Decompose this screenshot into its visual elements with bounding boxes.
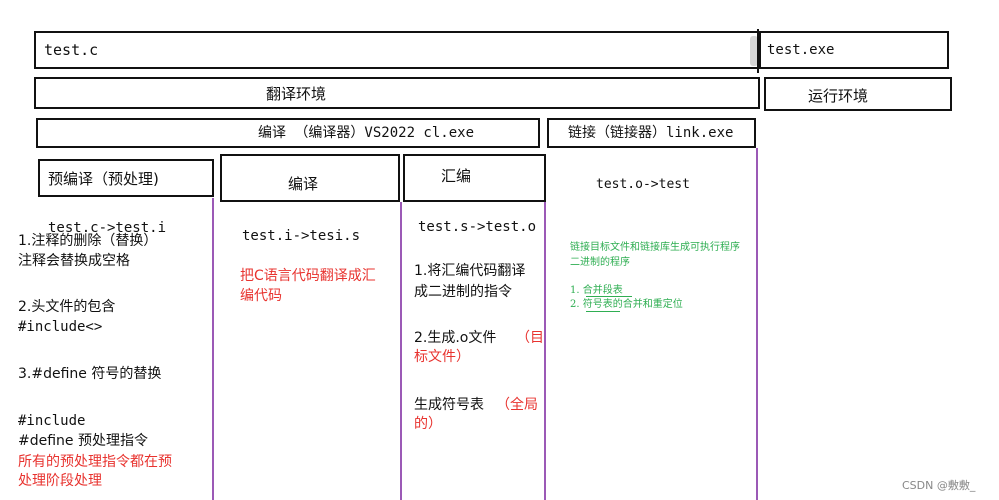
preprocess-title-box: 预编译（预处理) [38, 159, 214, 197]
assemble-note: 标文件） [414, 349, 470, 365]
compile-phase-box: 编译 （编译器）VS2022 cl.exe [36, 118, 540, 148]
link-item-underline [586, 311, 620, 312]
link-item-underline [586, 296, 632, 297]
assemble-line: 2.生成.o文件 [414, 330, 497, 346]
assemble-flow: test.s->test.o [418, 219, 537, 235]
link-list-item: 2. 符号表的合并和重定位 [570, 299, 683, 310]
preprocess-note: 处理阶段处理 [18, 473, 102, 489]
column-divider [756, 148, 758, 500]
compile-title-box: 编译 [220, 154, 400, 202]
preprocess-line: 2.头文件的包含 [18, 299, 116, 315]
preprocess-line: 3.#define 符号的替换 [18, 366, 162, 382]
assemble-title-box: 汇编 [403, 154, 546, 202]
run-env-label: 运行环境 [808, 87, 869, 105]
executable-box: test.exe [759, 31, 949, 69]
run-env-box: 运行环境 [764, 77, 952, 111]
preprocess-line: #define 预处理指令 [18, 433, 148, 449]
compile-note: 编代码 [240, 288, 282, 304]
executable-label: test.exe [767, 42, 835, 58]
assemble-note: （目 [516, 330, 544, 346]
link-phase-label: 链接（链接器）link.exe [568, 125, 734, 141]
translate-env-label: 翻译环境 [266, 85, 327, 103]
preprocess-line: #include<> [18, 319, 103, 335]
translate-env-box: 翻译环境 [34, 77, 760, 109]
link-description: 二进制的程序 [570, 257, 630, 268]
preprocess-note: 所有的预处理指令都在预 [18, 454, 172, 470]
compile-flow: test.i->tesi.s [242, 228, 361, 244]
compile-title: 编译 [288, 175, 319, 193]
preprocess-line: 1.注释的删除（替换） [18, 233, 158, 249]
assemble-note: 的） [414, 416, 442, 432]
watermark: CSDN @敷敷_ [902, 479, 976, 492]
column-divider [400, 202, 402, 500]
column-divider [544, 202, 546, 500]
compile-phase-label: 编译 （编译器）VS2022 cl.exe [258, 125, 475, 141]
assemble-line: 1.将汇编代码翻译 [414, 263, 526, 279]
source-file-box: test.c [34, 31, 760, 69]
assemble-line: 成二进制的指令 [414, 284, 512, 300]
link-description: 链接目标文件和链接库生成可执行程序 [570, 242, 740, 253]
preprocess-line: 注释会替换成空格 [18, 253, 130, 269]
assemble-note: （全局 [496, 397, 538, 413]
link-phase-box: 链接（链接器）link.exe [547, 118, 756, 148]
assemble-line: 生成符号表 [414, 397, 484, 413]
link-flow: test.o->test [596, 177, 690, 192]
preprocess-title: 预编译（预处理) [48, 170, 159, 188]
column-divider [212, 198, 214, 500]
assemble-title: 汇编 [441, 167, 472, 185]
compile-note: 把C语言代码翻译成汇 [240, 268, 376, 284]
preprocess-line: #include [18, 413, 86, 429]
source-file-label: test.c [44, 41, 99, 59]
